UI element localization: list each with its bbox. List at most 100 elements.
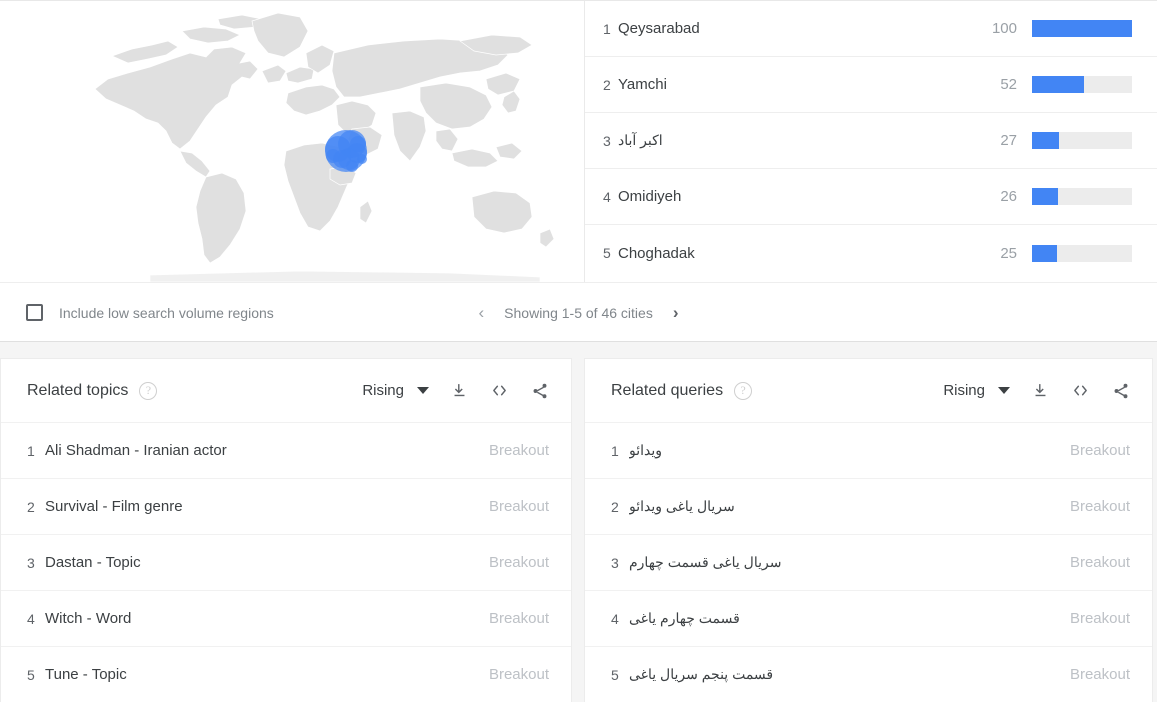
geo-body: 1 Qeysarabad 100 2 Yamchi 52 3 (0, 1, 1157, 282)
city-name[interactable]: Yamchi (618, 76, 973, 93)
list-item[interactable]: 5 Tune - Topic Breakout (1, 647, 571, 702)
geo-footer: Include low search volume regions ‹ Show… (0, 282, 1157, 342)
city-value: 100 (973, 20, 1017, 37)
list-item[interactable]: 3 Dastan - Topic Breakout (1, 535, 571, 591)
item-value: Breakout (489, 610, 549, 627)
trends-geo-and-related-page: 1 Qeysarabad 100 2 Yamchi 52 3 (0, 0, 1157, 702)
download-icon[interactable] (1032, 382, 1049, 399)
related-queries-panel: Related queries ? Rising 1 ویدائو Breako (584, 358, 1153, 702)
item-label[interactable]: قسمت پنجم سریال یاغی (629, 666, 1058, 683)
item-label[interactable]: سریال یاغی ویدائو (629, 498, 1058, 515)
city-bar-track (1032, 20, 1132, 37)
list-item[interactable]: 1 Ali Shadman - Iranian actor Breakout (1, 423, 571, 479)
item-label[interactable]: سریال یاغی قسمت چهارم (629, 554, 1058, 571)
related-queries-header: Related queries ? Rising (585, 359, 1152, 423)
include-low-volume-label: Include low search volume regions (59, 305, 274, 321)
download-icon[interactable] (451, 382, 468, 399)
list-item[interactable]: 1 ویدائو Breakout (585, 423, 1152, 479)
city-bar-track (1032, 188, 1132, 205)
related-topics-header: Related topics ? Rising (1, 359, 571, 423)
item-label[interactable]: ویدائو (629, 442, 1058, 459)
city-name[interactable]: اکبر آباد (618, 132, 973, 149)
list-item[interactable]: 3 سریال یاغی قسمت چهارم Breakout (585, 535, 1152, 591)
city-name[interactable]: Omidiyeh (618, 188, 973, 205)
item-rank: 4 (1, 611, 45, 627)
world-map-pane[interactable] (0, 1, 585, 282)
item-rank: 2 (1, 499, 45, 515)
chevron-left-icon[interactable]: ‹ (479, 304, 485, 321)
city-bar-track (1032, 132, 1132, 149)
embed-code-icon[interactable] (1071, 382, 1090, 399)
item-label[interactable]: Tune - Topic (45, 666, 477, 683)
checkbox-icon[interactable] (26, 304, 43, 321)
item-rank: 3 (1, 555, 45, 571)
chevron-down-icon[interactable] (417, 387, 429, 394)
geo-card: 1 Qeysarabad 100 2 Yamchi 52 3 (0, 0, 1157, 342)
item-label[interactable]: Survival - Film genre (45, 498, 477, 515)
city-value: 26 (973, 188, 1017, 205)
city-row[interactable]: 5 Choghadak 25 (585, 225, 1157, 281)
help-circle-icon[interactable]: ? (139, 382, 157, 400)
help-circle-icon[interactable]: ? (734, 382, 752, 400)
item-label[interactable]: Dastan - Topic (45, 554, 477, 571)
list-item[interactable]: 4 Witch - Word Breakout (1, 591, 571, 647)
item-value: Breakout (489, 442, 549, 459)
chevron-right-icon[interactable]: › (673, 304, 679, 321)
sort-label[interactable]: Rising (362, 382, 404, 399)
item-rank: 2 (585, 499, 629, 515)
panel-title: Related queries (611, 382, 723, 400)
item-label[interactable]: قسمت چهارم یاغی (629, 610, 1058, 627)
city-value: 52 (973, 76, 1017, 93)
item-label[interactable]: Ali Shadman - Iranian actor (45, 442, 477, 459)
city-rank: 1 (585, 22, 618, 36)
pagination-label: Showing 1-5 of 46 cities (504, 305, 653, 321)
city-bar-fill (1032, 132, 1059, 149)
map-markers (0, 1, 585, 282)
item-value: Breakout (1070, 610, 1130, 627)
city-row[interactable]: 2 Yamchi 52 (585, 57, 1157, 113)
item-value: Breakout (1070, 442, 1130, 459)
panel-title: Related topics (27, 382, 128, 400)
city-row[interactable]: 1 Qeysarabad 100 (585, 1, 1157, 57)
share-icon[interactable] (531, 382, 549, 400)
item-value: Breakout (1070, 666, 1130, 683)
include-low-volume-toggle[interactable]: Include low search volume regions (0, 304, 274, 321)
city-value: 27 (973, 132, 1017, 149)
related-panels-row: Related topics ? Rising 1 Ali Shadman - … (0, 358, 1157, 702)
city-bar-fill (1032, 76, 1084, 93)
list-item[interactable]: 5 قسمت پنجم سریال یاغی Breakout (585, 647, 1152, 702)
list-item[interactable]: 4 قسمت چهارم یاغی Breakout (585, 591, 1152, 647)
city-bar-fill (1032, 245, 1057, 262)
city-bar-fill (1032, 188, 1058, 205)
sort-label[interactable]: Rising (943, 382, 985, 399)
city-row[interactable]: 3 اکبر آباد 27 (585, 113, 1157, 169)
chevron-down-icon[interactable] (998, 387, 1010, 394)
city-row[interactable]: 4 Omidiyeh 26 (585, 169, 1157, 225)
item-rank: 4 (585, 611, 629, 627)
city-name[interactable]: Choghadak (618, 245, 973, 262)
city-bar-fill (1032, 20, 1132, 37)
item-value: Breakout (1070, 554, 1130, 571)
item-value: Breakout (489, 498, 549, 515)
share-icon[interactable] (1112, 382, 1130, 400)
related-topics-panel: Related topics ? Rising 1 Ali Shadman - … (0, 358, 572, 702)
embed-code-icon[interactable] (490, 382, 509, 399)
city-list: 1 Qeysarabad 100 2 Yamchi 52 3 (585, 1, 1157, 282)
item-value: Breakout (489, 666, 549, 683)
item-rank: 1 (585, 443, 629, 459)
item-rank: 3 (585, 555, 629, 571)
list-item[interactable]: 2 Survival - Film genre Breakout (1, 479, 571, 535)
item-value: Breakout (489, 554, 549, 571)
city-value: 25 (973, 245, 1017, 262)
city-bar-track (1032, 245, 1132, 262)
item-value: Breakout (1070, 498, 1130, 515)
item-label[interactable]: Witch - Word (45, 610, 477, 627)
item-rank: 5 (585, 667, 629, 683)
city-bar-track (1032, 76, 1132, 93)
city-rank: 3 (585, 134, 618, 148)
city-rank: 4 (585, 190, 618, 204)
item-rank: 1 (1, 443, 45, 459)
list-item[interactable]: 2 سریال یاغی ویدائو Breakout (585, 479, 1152, 535)
item-rank: 5 (1, 667, 45, 683)
city-name[interactable]: Qeysarabad (618, 20, 973, 37)
